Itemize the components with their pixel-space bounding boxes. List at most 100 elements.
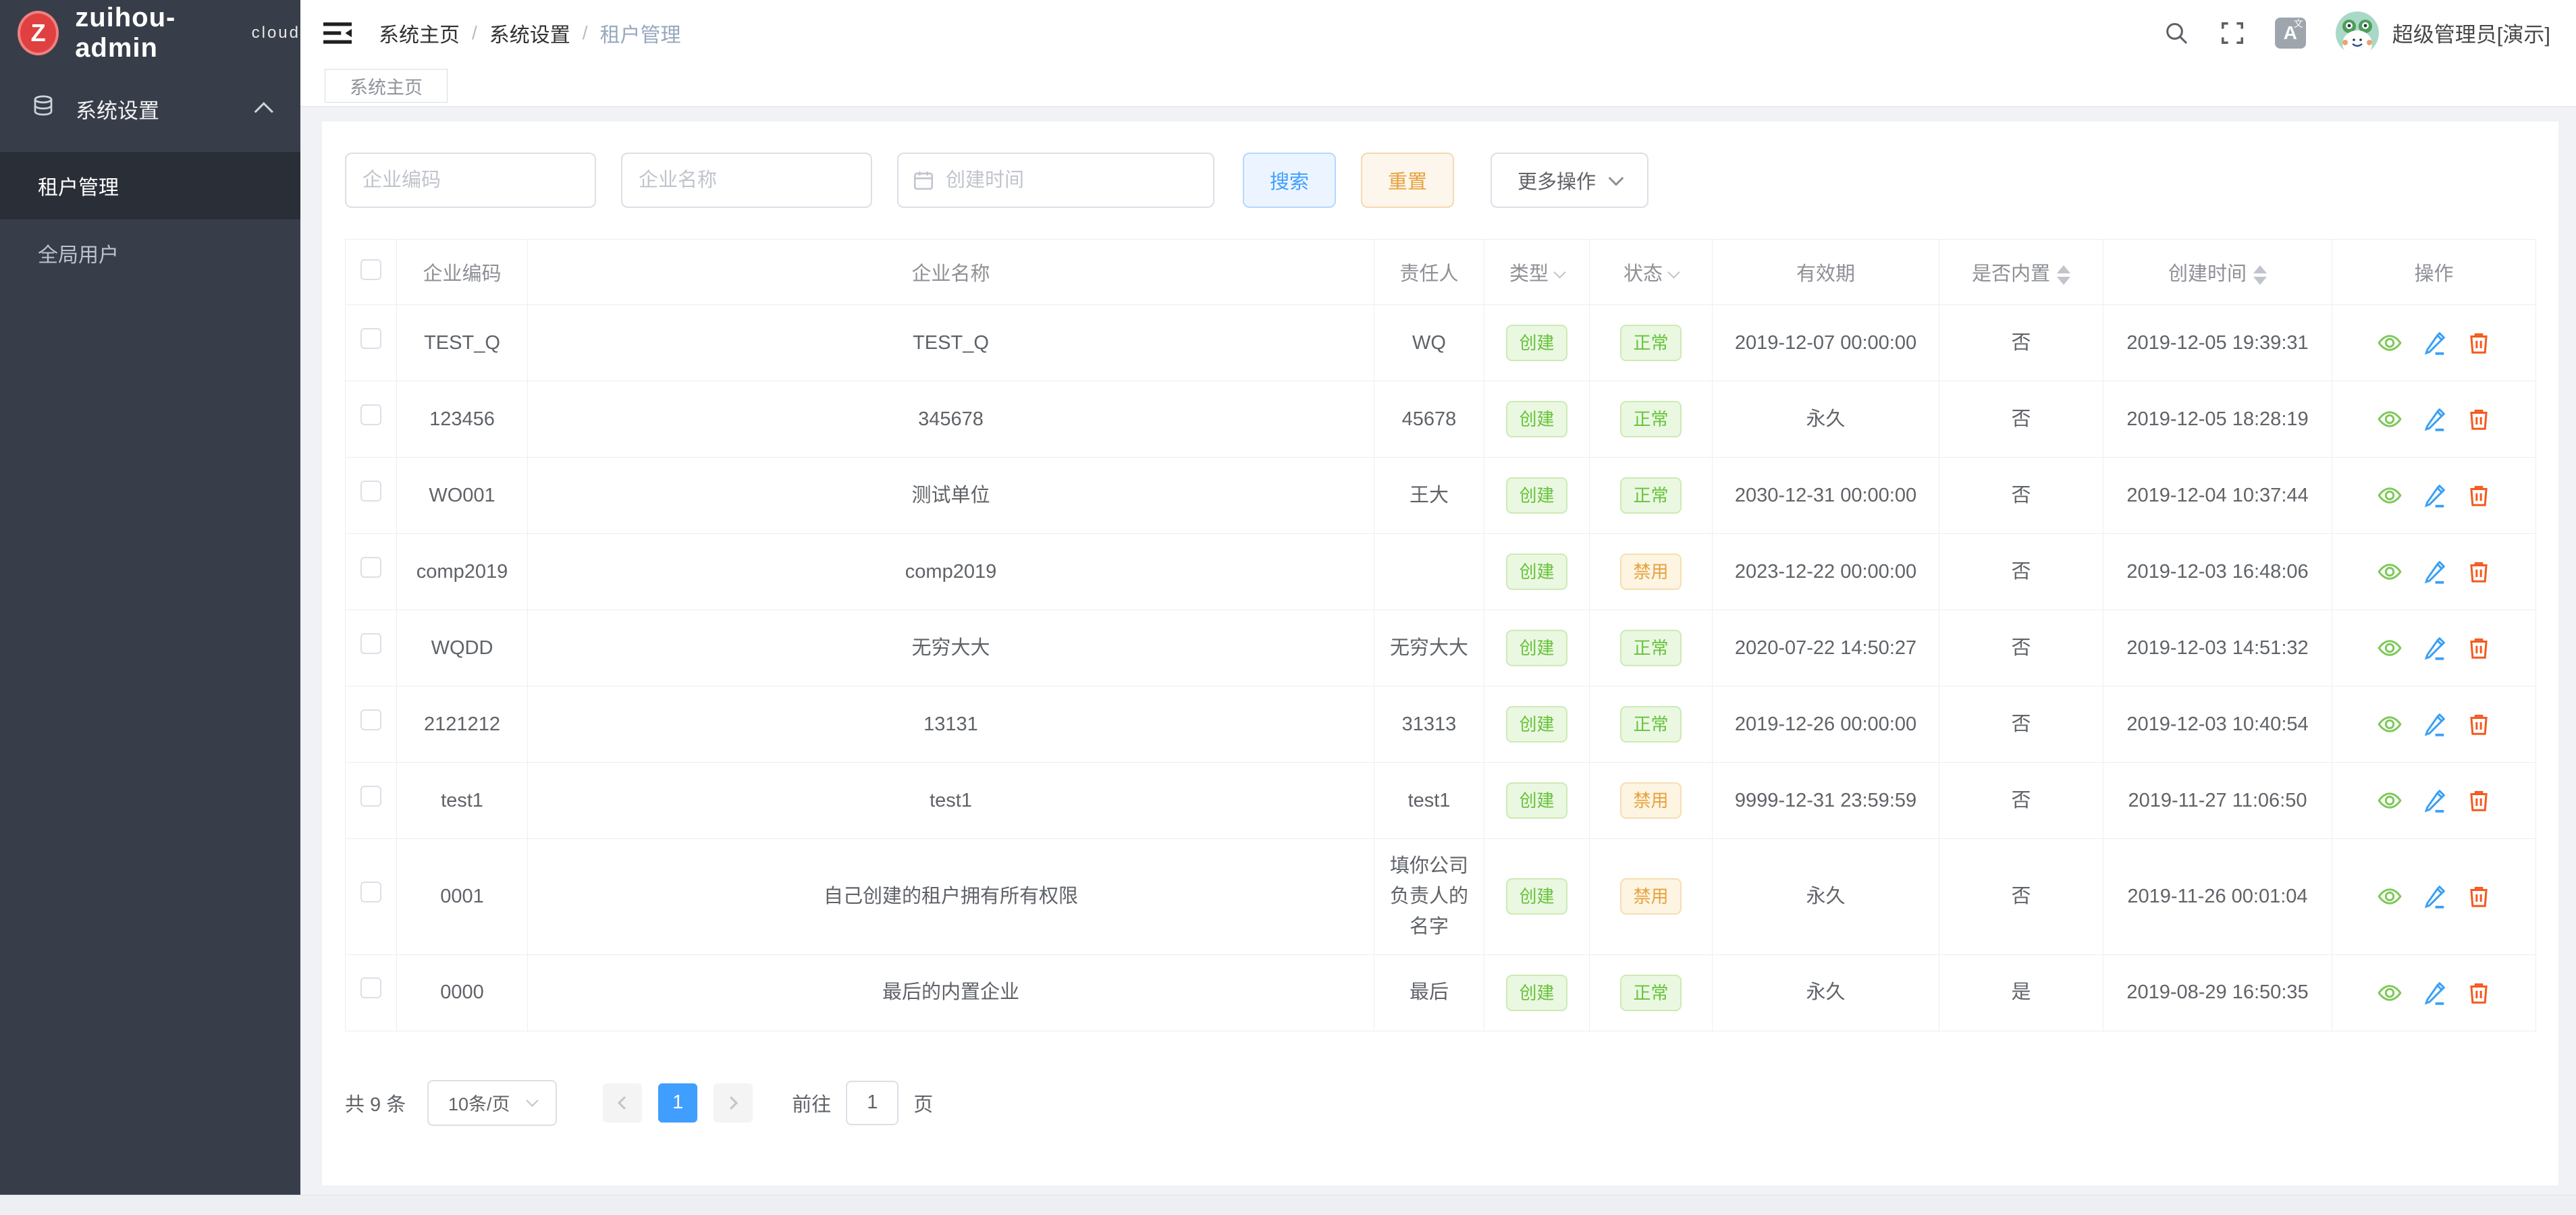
edit-icon[interactable] [2421, 884, 2447, 909]
view-icon[interactable] [2377, 711, 2403, 737]
view-icon[interactable] [2377, 406, 2403, 432]
horizontal-scrollbar[interactable] [0, 1195, 2576, 1215]
col-header-created[interactable]: 创建时间 [2103, 240, 2332, 305]
breadcrumb-item[interactable]: 系统主页 [379, 18, 460, 48]
col-header-owner: 责任人 [1374, 240, 1484, 305]
cell-company-code: WQDD [397, 610, 528, 686]
tab-home[interactable]: 系统主页 [325, 69, 448, 103]
cell-valid-until: 2019-12-26 00:00:00 [1713, 686, 1939, 763]
cell-builtin: 否 [1939, 534, 2103, 610]
breadcrumb-item[interactable]: 系统设置 [489, 18, 570, 48]
edit-icon[interactable] [2421, 711, 2447, 737]
cell-valid-until: 永久 [1713, 954, 1939, 1031]
view-icon[interactable] [2377, 330, 2403, 356]
delete-icon[interactable] [2466, 788, 2492, 813]
cell-owner: 王大 [1374, 458, 1484, 534]
cell-company-name: 13131 [528, 686, 1374, 763]
delete-icon[interactable] [2466, 980, 2492, 1006]
sidebar-item-label: 租户管理 [38, 171, 119, 200]
edit-icon[interactable] [2421, 788, 2447, 813]
row-checkbox[interactable] [360, 633, 381, 654]
edit-icon[interactable] [2421, 559, 2447, 585]
sidebar-item-global-users[interactable]: 全局用户 [0, 219, 300, 287]
user-menu[interactable]: 超级管理员[演示] [2392, 18, 2550, 48]
view-icon[interactable] [2377, 788, 2403, 813]
type-tag: 创建 [1506, 554, 1567, 590]
company-name-input[interactable] [621, 153, 872, 208]
created-date-picker[interactable] [897, 153, 1214, 208]
search-icon[interactable] [2163, 20, 2190, 47]
next-page-button[interactable] [714, 1083, 753, 1123]
view-icon[interactable] [2377, 559, 2403, 585]
sort-icon [2057, 265, 2070, 285]
sidebar-group-system-settings[interactable]: 系统设置 [0, 65, 300, 152]
col-header-builtin[interactable]: 是否内置 [1939, 240, 2103, 305]
created-date-input[interactable] [897, 153, 1214, 208]
language-switch-icon[interactable]: A 文 [2275, 18, 2306, 49]
breadcrumb-separator: / [583, 22, 588, 44]
table-row: 0001 自己创建的租户拥有所有权限 填你公司负责人的名字 创建 禁用 永久 否… [346, 839, 2536, 955]
tabs-bar: 系统主页 [300, 65, 2576, 107]
cell-builtin: 否 [1939, 305, 2103, 381]
row-checkbox[interactable] [360, 481, 381, 502]
status-tag: 正常 [1620, 401, 1681, 437]
delete-icon[interactable] [2466, 483, 2492, 508]
cell-company-name: comp2019 [528, 534, 1374, 610]
col-header-valid: 有效期 [1713, 240, 1939, 305]
delete-icon[interactable] [2466, 884, 2492, 909]
avatar[interactable] [2336, 11, 2379, 55]
edit-icon[interactable] [2421, 483, 2447, 508]
page-number-1[interactable]: 1 [658, 1083, 697, 1123]
col-header-type[interactable]: 类型 [1484, 240, 1590, 305]
type-tag: 创建 [1506, 782, 1567, 819]
row-checkbox[interactable] [360, 977, 381, 998]
company-code-input[interactable] [345, 153, 596, 208]
view-icon[interactable] [2377, 483, 2403, 508]
row-checkbox[interactable] [360, 328, 381, 349]
col-header-status[interactable]: 状态 [1590, 240, 1713, 305]
cell-valid-until: 2020-07-22 14:50:27 [1713, 610, 1939, 686]
goto-page-input[interactable] [846, 1081, 898, 1125]
row-checkbox[interactable] [360, 882, 381, 902]
delete-icon[interactable] [2466, 559, 2492, 585]
breadcrumb-item-current: 租户管理 [600, 18, 681, 48]
cell-company-name: 345678 [528, 381, 1374, 458]
breadcrumb-separator: / [472, 22, 477, 44]
fullscreen-icon[interactable] [2220, 20, 2245, 46]
delete-icon[interactable] [2466, 330, 2492, 356]
more-actions-dropdown[interactable]: 更多操作 [1491, 153, 1648, 208]
chevron-down-icon [1609, 171, 1624, 186]
cell-created-time: 2019-12-03 10:40:54 [2103, 686, 2332, 763]
row-checkbox[interactable] [360, 709, 381, 730]
reset-button[interactable]: 重置 [1361, 153, 1454, 208]
edit-icon[interactable] [2421, 980, 2447, 1006]
search-button[interactable]: 搜索 [1243, 153, 1336, 208]
cell-created-time: 2019-12-03 14:51:32 [2103, 610, 2332, 686]
edit-icon[interactable] [2421, 330, 2447, 356]
cell-builtin: 否 [1939, 763, 2103, 839]
row-checkbox[interactable] [360, 404, 381, 425]
cell-company-code: test1 [397, 763, 528, 839]
delete-icon[interactable] [2466, 406, 2492, 432]
prev-page-button[interactable] [603, 1083, 642, 1123]
view-icon[interactable] [2377, 980, 2403, 1006]
select-all-checkbox[interactable] [360, 259, 381, 280]
tenant-card: 搜索 重置 更多操作 企业编码 企业名称 [322, 122, 2558, 1185]
row-checkbox[interactable] [360, 557, 381, 578]
view-icon[interactable] [2377, 635, 2403, 661]
total-count: 共 9 条 [345, 1089, 406, 1117]
row-checkbox[interactable] [360, 786, 381, 807]
view-icon[interactable] [2377, 884, 2403, 909]
status-tag: 禁用 [1620, 554, 1681, 590]
edit-icon[interactable] [2421, 635, 2447, 661]
col-header-actions: 操作 [2332, 240, 2536, 305]
delete-icon[interactable] [2466, 711, 2492, 737]
database-icon [31, 94, 55, 124]
page-size-select[interactable]: 10条/页 [427, 1080, 557, 1126]
edit-icon[interactable] [2421, 406, 2447, 432]
delete-icon[interactable] [2466, 635, 2492, 661]
collapse-sidebar-icon[interactable] [323, 21, 352, 45]
sidebar-item-tenant-management[interactable]: 租户管理 [0, 152, 300, 219]
cell-company-name: 自己创建的租户拥有所有权限 [528, 839, 1374, 955]
table-row: comp2019 comp2019 创建 禁用 2023-12-22 00:00… [346, 534, 2536, 610]
